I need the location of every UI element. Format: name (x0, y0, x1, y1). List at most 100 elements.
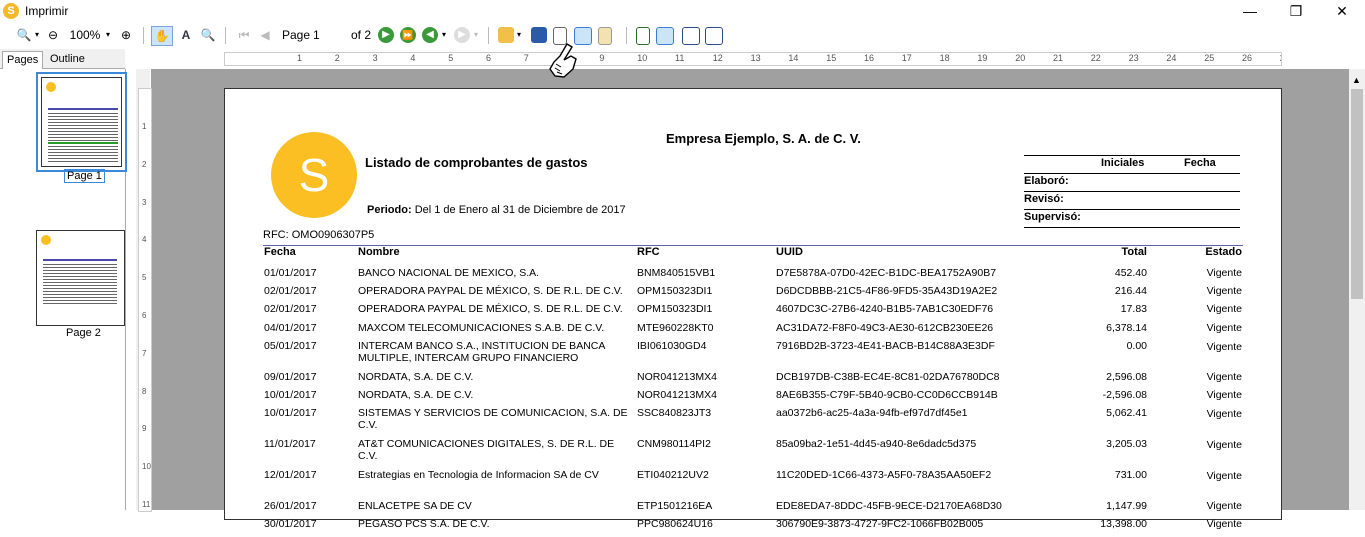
cell-uuid: 85a09ba2-1e51-4d45-a940-8e6dadc5d375 (776, 438, 977, 451)
zoom-plus-icon[interactable]: ⊕ (119, 26, 133, 44)
cell-nombre: OPERADORA PAYPAL DE MÉXICO, S. DE R.L. D… (358, 285, 623, 298)
vruler-number: 6 (142, 311, 147, 320)
find-icon[interactable]: 🔍 (199, 26, 217, 44)
table-row: 10/01/2017 SISTEMAS Y SERVICIOS DE COMUNI… (263, 407, 1243, 438)
cell-fecha: 09/01/2017 (264, 370, 317, 383)
ruler-number: 4 (410, 53, 416, 63)
cell-total: 6,378.14 (1106, 321, 1147, 334)
multiple-pages-icon[interactable] (705, 27, 723, 45)
cell-nombre: OPERADORA PAYPAL DE MÉXICO, S. DE R.L. D… (358, 303, 623, 316)
report-page: S Empresa Ejemplo, S. A. de C. V. Listad… (224, 88, 1282, 530)
thumbnail-label-1: Page 1 (64, 169, 105, 183)
cell-fecha: 30/01/2017 (264, 518, 317, 531)
hand-cursor-icon (549, 43, 577, 78)
table-row: 30/01/2017 PEGASO PCS S.A. DE C.V. PPC9806… (263, 518, 1243, 536)
open-dropdown-icon[interactable]: ▾ (515, 26, 523, 44)
toolbar: 🔍 ▾ ⊖ 100% ▾ ⊕ ✋ A 🔍 ⏮ ◀ Page 1 of 2 ▶ ⏩… (0, 23, 1365, 48)
cell-nombre: SISTEMAS Y SERVICIOS DE COMUNICACION, S.… (358, 407, 628, 432)
cell-rfc: PPC980624U16 (637, 518, 713, 531)
scroll-up-icon[interactable]: ▲ (1352, 75, 1361, 85)
single-page-icon[interactable] (636, 27, 650, 45)
first-page-icon[interactable]: ⏮ (236, 26, 252, 44)
thumbnail-page-1[interactable] (36, 72, 127, 172)
vruler-number: 5 (142, 273, 147, 283)
toolbar-separator (225, 27, 226, 44)
cell-fecha: 10/01/2017 (264, 407, 317, 420)
last-page-icon[interactable]: ⏩ (400, 27, 416, 43)
cell-nombre: NORDATA, S.A. DE C.V. (358, 370, 474, 383)
panel-tabs: Pages Outline (0, 49, 125, 69)
cell-fecha: 12/01/2017 (264, 469, 317, 482)
title-bar: S Imprimir — ❐ ✕ (0, 0, 1365, 23)
zoom-level[interactable]: 100% (68, 26, 102, 44)
close-button[interactable]: ✕ (1319, 0, 1365, 23)
previous-page-icon[interactable]: ◀ (257, 26, 273, 44)
table-row: 05/01/2017 INTERCAM BANCO S.A., INSTITUCI… (263, 340, 1243, 371)
cell-rfc: MTE960228KT0 (637, 321, 714, 334)
table-row: 02/01/2017 OPERADORA PAYPAL DE MÉXICO, S.… (263, 303, 1243, 321)
continuous-page-icon[interactable] (656, 27, 674, 45)
forward-icon[interactable]: ▶ (454, 27, 470, 43)
table-row: 11/01/2017 AT&T COMUNICACIONES DIGITALES,… (263, 438, 1243, 469)
save-icon[interactable] (531, 27, 547, 43)
zoom-in-icon[interactable]: 🔍 (14, 26, 34, 44)
vertical-scrollbar[interactable]: ▲ (1349, 69, 1365, 510)
cell-total: 731.00 (1114, 469, 1147, 482)
two-pages-icon[interactable] (682, 27, 700, 45)
cell-estado: Vigente (1206, 408, 1242, 421)
column-estado: Estado (1205, 246, 1242, 258)
company-rfc: RFC: OMO0906307P5 (263, 229, 375, 241)
table-row: 09/01/2017 NORDATA, S.A. DE C.V. NOR041213… (263, 371, 1243, 389)
cell-fecha: 05/01/2017 (264, 339, 317, 352)
print-preview-icon[interactable] (598, 27, 612, 45)
forward-dropdown-icon[interactable]: ▾ (472, 26, 480, 44)
cell-estado: Vigente (1206, 470, 1242, 483)
company-name: Empresa Ejemplo, S. A. de C. V. (666, 131, 861, 146)
cell-nombre: PEGASO PCS S.A. DE C.V. (358, 518, 490, 531)
ruler-number: 7 (523, 53, 529, 63)
scrollbar-thumb[interactable] (1351, 89, 1363, 299)
thumbnail-page-2[interactable] (36, 230, 125, 326)
sig-header-date: Fecha (1184, 157, 1216, 169)
company-logo: S (271, 132, 357, 218)
ruler-number: 14 (788, 53, 799, 63)
zoom-dropdown-icon[interactable]: ▾ (33, 26, 41, 44)
minimize-button[interactable]: — (1227, 0, 1273, 23)
page-number-input[interactable]: 1 (313, 26, 343, 44)
column-fecha: Fecha (264, 246, 296, 258)
ruler-number: 23 (1128, 53, 1139, 63)
cell-total: 0.00 (1126, 339, 1147, 352)
vruler-number: 10 (142, 462, 151, 472)
table-row: 26/01/2017 ENLACETPE SA DE CV ETP1501216EA… (263, 500, 1243, 518)
vertical-ruler: 1 2 3 4 5 6 7 8 9 10 11 (138, 88, 152, 512)
cell-uuid: 306790E9-3873-4727-9FC2-1066FB02B005 (776, 518, 984, 531)
cell-rfc: BNM840515VB1 (637, 267, 716, 279)
back-dropdown-icon[interactable]: ▾ (440, 26, 448, 44)
cell-uuid: 7916BD2B-3723-4E41-BACB-B14C88A3E3DF (776, 339, 995, 352)
thumbnail-label-2: Page 2 (66, 327, 101, 339)
text-select-icon[interactable]: A (177, 26, 195, 44)
open-folder-icon[interactable] (498, 27, 514, 43)
cell-fecha: 02/01/2017 (264, 285, 317, 298)
toolbar-separator (488, 27, 489, 44)
tab-pages[interactable]: Pages (2, 51, 44, 69)
ruler-number: 24 (1166, 53, 1177, 63)
maximize-button[interactable]: ❐ (1273, 0, 1319, 23)
tab-outline[interactable]: Outline (46, 51, 89, 68)
next-page-icon[interactable]: ▶ (378, 27, 394, 43)
zoom-level-dropdown-icon[interactable]: ▾ (104, 26, 112, 44)
cell-total: -2,596.08 (1102, 389, 1147, 401)
ruler-number: 26 (1242, 53, 1253, 63)
horizontal-ruler: 1234567891011121314151617181920212223242… (224, 52, 1282, 66)
back-icon[interactable]: ◀ (422, 27, 438, 43)
cell-fecha: 02/01/2017 (264, 303, 317, 316)
sig-superviso: Supervisó: (1024, 211, 1081, 223)
hand-tool-icon[interactable]: ✋ (151, 26, 173, 46)
cell-total: 452.40 (1114, 267, 1147, 279)
zoom-out-icon[interactable]: ⊖ (46, 26, 60, 44)
ruler-number: 25 (1204, 53, 1215, 63)
cell-rfc: ETI040212UV2 (637, 469, 709, 482)
vruler-number: 4 (142, 235, 147, 245)
report-title: Listado de comprobantes de gastos (365, 155, 588, 170)
ruler-number: 5 (448, 53, 454, 63)
